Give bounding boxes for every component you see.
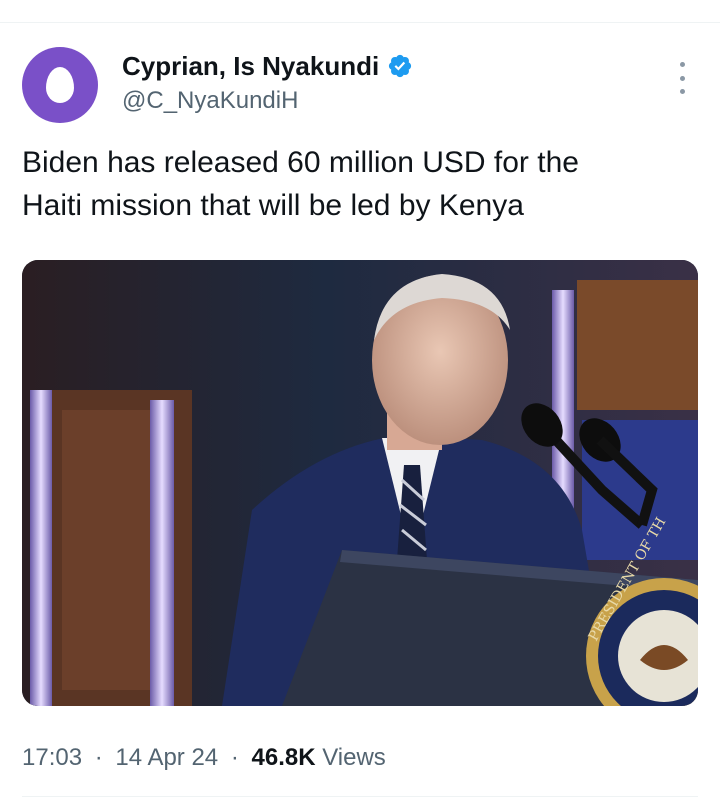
tweet-meta: 17:03 · 14 Apr 24 · 46.8K Views (22, 742, 386, 774)
author-name-row: Cyprian, Is Nyakundi (122, 51, 413, 81)
tweet-media-photo[interactable]: PRESIDENT OF TH (22, 260, 698, 706)
author-display-name[interactable]: Cyprian, Is Nyakundi (122, 51, 379, 81)
tweet-date[interactable]: 14 Apr 24 (115, 744, 218, 771)
more-vertical-icon[interactable] (668, 62, 696, 94)
speaker-at-podium-photo: PRESIDENT OF TH (22, 260, 698, 706)
author-handle[interactable]: @C_NyaKundiH (122, 86, 298, 116)
author-avatar[interactable] (22, 47, 98, 123)
default-egg-avatar-icon (46, 67, 74, 103)
meta-separator: · (230, 744, 239, 771)
views-count[interactable]: 46.8K (252, 744, 316, 771)
bottom-divider (22, 796, 698, 797)
tweet-time[interactable]: 17:03 (22, 744, 82, 771)
tweet-text: Biden has released 60 million USD for th… (22, 146, 579, 222)
views-label: Views (322, 744, 386, 771)
meta-separator: · (94, 744, 103, 771)
top-divider (0, 22, 720, 23)
verified-badge-icon (389, 54, 412, 78)
